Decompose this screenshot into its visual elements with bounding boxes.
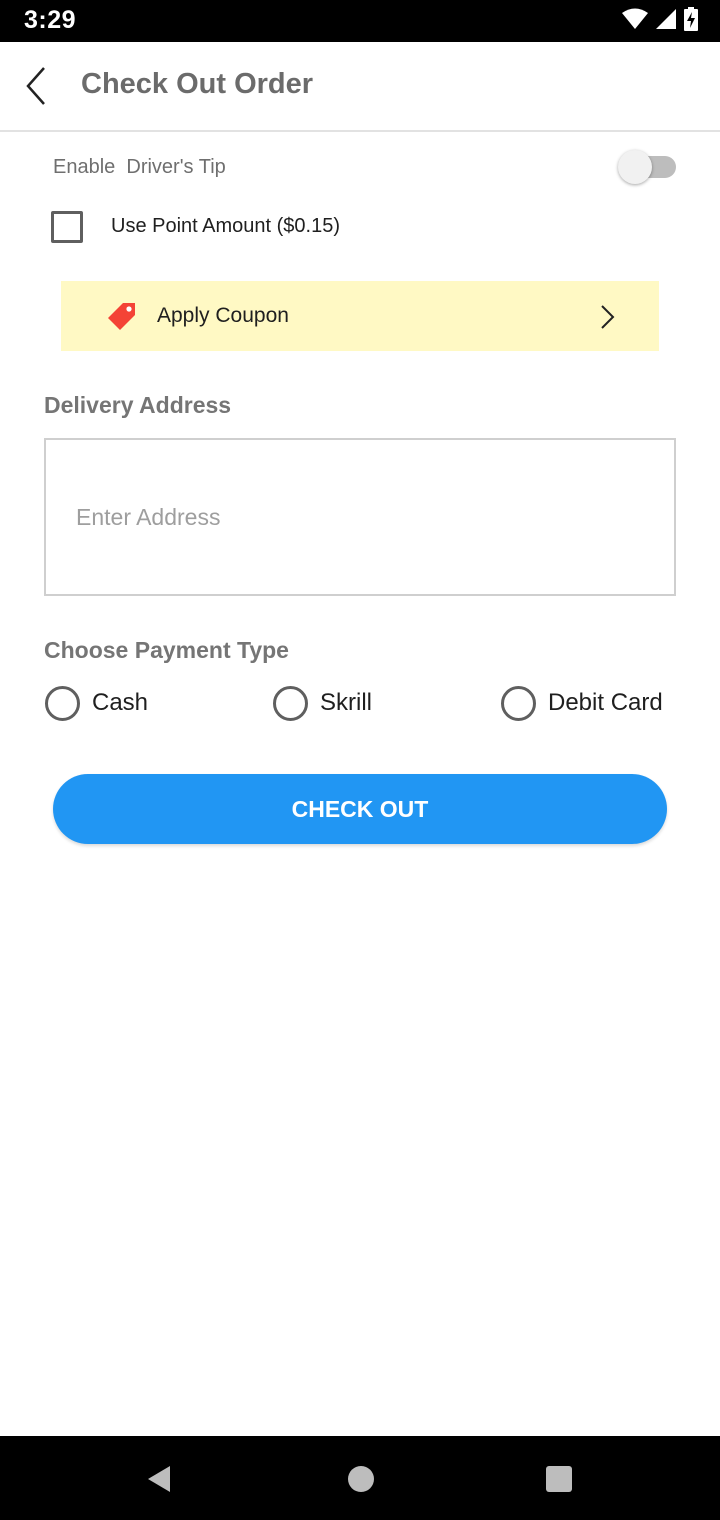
apply-coupon-label: Apply Coupon <box>157 304 289 327</box>
chevron-left-icon <box>26 67 45 105</box>
driver-tip-label: Enable Driver's Tip <box>53 156 226 178</box>
page-title: Check Out Order <box>81 68 314 100</box>
toggle-thumb <box>618 150 652 184</box>
recents-square-icon[interactable] <box>544 1464 574 1494</box>
payment-type-title: Choose Payment Type <box>44 637 289 663</box>
chevron-right-icon <box>601 305 615 329</box>
system-nav-bar <box>0 1436 720 1520</box>
driver-tip-toggle[interactable] <box>618 150 678 184</box>
payment-option-debit-card[interactable]: Debit Card <box>501 684 663 722</box>
radio-label: Cash <box>92 689 149 716</box>
status-time: 3:29 <box>24 6 77 34</box>
app-bar: Check Out Order <box>0 42 720 132</box>
use-points-checkbox[interactable] <box>51 211 83 243</box>
address-input[interactable] <box>46 440 674 594</box>
price-tag-icon <box>108 303 135 330</box>
status-icons <box>622 6 698 36</box>
back-triangle-icon[interactable] <box>144 1464 174 1494</box>
radio-button[interactable] <box>501 685 536 721</box>
cellular-signal-icon <box>656 8 676 34</box>
address-box <box>44 438 676 596</box>
status-bar: 3:29 <box>0 0 720 42</box>
radio-button[interactable] <box>273 685 308 721</box>
radio-label: Skrill <box>320 689 372 716</box>
payment-option-cash[interactable]: Cash <box>45 684 148 722</box>
home-circle-icon[interactable] <box>346 1464 376 1494</box>
battery-charging-icon <box>684 6 698 36</box>
radio-label: Debit Card <box>548 689 663 716</box>
delivery-address-title: Delivery Address <box>44 392 232 418</box>
checkout-screen: 3:29 Check Out Order Enable Driver's Tip… <box>0 0 720 1520</box>
back-button[interactable] <box>18 62 58 110</box>
payment-option-skrill[interactable]: Skrill <box>273 684 372 722</box>
wifi-icon <box>622 8 648 35</box>
radio-button[interactable] <box>45 685 80 721</box>
use-points-label[interactable]: Use Point Amount ($0.15) <box>111 215 340 238</box>
apply-coupon-button[interactable]: Apply Coupon <box>61 281 659 351</box>
checkout-button[interactable]: CHECK OUT <box>53 774 667 844</box>
